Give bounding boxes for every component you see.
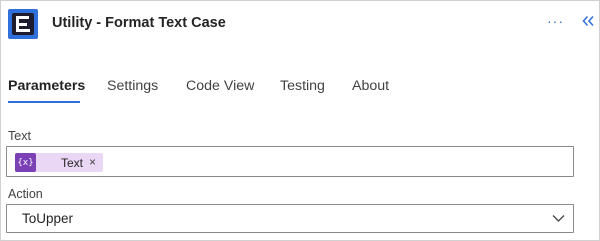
active-tab-indicator xyxy=(8,101,80,103)
tab-testing[interactable]: Testing xyxy=(280,78,325,94)
more-options-button[interactable]: ··· xyxy=(547,13,564,29)
chevron-down-icon xyxy=(552,215,565,222)
tab-about[interactable]: About xyxy=(352,78,389,94)
double-chevron-left-icon[interactable] xyxy=(581,14,595,28)
page-title: Utility - Format Text Case xyxy=(52,15,226,31)
variable-token[interactable]: {x} Text × xyxy=(15,153,103,172)
tab-parameters[interactable]: Parameters xyxy=(8,78,85,94)
text-field-label: Text xyxy=(8,129,31,143)
variable-icon: {x} xyxy=(15,153,36,172)
text-utility-icon xyxy=(8,9,38,39)
token-label: Text xyxy=(61,156,84,170)
tab-settings[interactable]: Settings xyxy=(107,78,158,94)
action-field-label: Action xyxy=(8,187,43,201)
action-select[interactable]: ToUpper xyxy=(6,204,574,233)
panel: Utility - Format Text Case ··· Parameter… xyxy=(0,0,600,241)
action-selected-value: ToUpper xyxy=(22,211,74,226)
remove-token-button[interactable]: × xyxy=(89,155,96,169)
tab-code-view[interactable]: Code View xyxy=(186,78,254,94)
text-input[interactable]: {x} Text × xyxy=(6,146,574,177)
